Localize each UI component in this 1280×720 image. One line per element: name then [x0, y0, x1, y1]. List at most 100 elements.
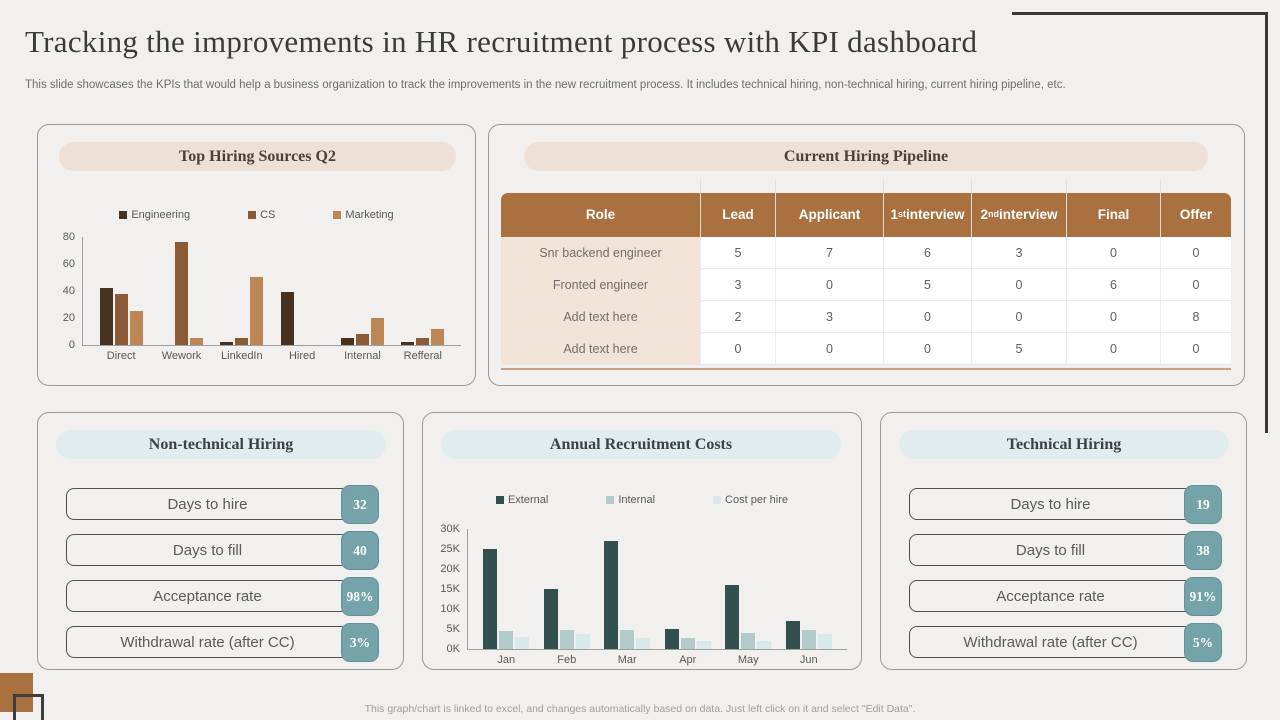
x-tick-label: Hired: [289, 350, 315, 362]
x-tick-label: May: [738, 654, 759, 666]
outline-square-decoration: [13, 694, 44, 720]
table-cell: 7: [776, 237, 884, 269]
table-cell: 0: [1161, 237, 1231, 269]
plot-area: DirectWeworkLinkedInHiredInternalReffera…: [82, 237, 461, 346]
column-header: Offer: [1161, 193, 1231, 237]
chart-legend: ExternalInternalCost per hire: [437, 491, 847, 509]
bar-group-apr: Apr: [665, 529, 711, 649]
legend-swatch-icon: [496, 496, 504, 504]
stat-label: Days to hire: [66, 488, 349, 520]
table-cell: 0: [1067, 237, 1161, 269]
stat-label: Days to hire: [909, 488, 1192, 520]
y-axis: 0K5K10K15K20K25K30K: [437, 529, 467, 649]
bar-group-mar: Mar: [604, 529, 650, 649]
panel-title-technical-hiring: Technical Hiring: [899, 430, 1229, 459]
page-title: Tracking the improvements in HR recruitm…: [25, 24, 977, 60]
tick-cell: [884, 179, 972, 193]
panel-non-technical-hiring: Non-technical Hiring Days to hire32Days …: [37, 412, 404, 670]
non-technical-stats: Days to hire32Days to fill40Acceptance r…: [66, 485, 379, 663]
stat-value-badge: 5%: [1184, 623, 1222, 662]
bar-cs-direct: [115, 294, 128, 345]
x-tick-label: LinkedIn: [221, 350, 263, 362]
column-header: 2nd interview: [972, 193, 1067, 237]
y-tick-label: 0K: [447, 642, 460, 656]
bar-internal-jan: [499, 631, 513, 649]
table-cell: 0: [701, 333, 776, 365]
stat-value-badge: 98%: [341, 577, 379, 616]
bar-marketing-wework: [190, 338, 203, 345]
table-row: Snr backend engineer576300: [501, 237, 1231, 269]
bar-marketing-internal: [371, 318, 384, 345]
tick-cell: [972, 179, 1067, 193]
bar-cost-per-hire-may: [757, 641, 771, 649]
legend-item: Marketing: [333, 209, 393, 221]
bar-engineering-internal: [341, 338, 354, 345]
role-cell: Snr backend engineer: [501, 237, 701, 269]
stat-value-badge: 19: [1184, 485, 1222, 524]
panel-title-top-hiring-sources: Top Hiring Sources Q2: [59, 142, 456, 171]
bar-group-wework: Wework: [160, 237, 203, 345]
tick-cell: [501, 179, 701, 193]
stat-row: Days to fill38: [909, 531, 1222, 571]
column-tick-marks: [501, 179, 1231, 193]
stat-value-badge: 3%: [341, 623, 379, 662]
table-cell: 6: [1067, 269, 1161, 301]
bar-group-refferal: Refferal: [401, 237, 444, 345]
table-row: Add text here000500: [501, 333, 1231, 365]
x-tick-label: Refferal: [404, 350, 442, 362]
table-cell: 0: [972, 301, 1067, 333]
column-header: 1st interview: [884, 193, 972, 237]
stat-label: Acceptance rate: [66, 580, 349, 612]
legend-item: Internal: [606, 494, 655, 506]
column-header: Applicant: [776, 193, 884, 237]
legend-label: CS: [260, 209, 275, 221]
bar-cost-per-hire-apr: [697, 641, 711, 649]
bar-marketing-direct: [130, 311, 143, 345]
table-row: Add text here230008: [501, 301, 1231, 333]
table-cell: 0: [776, 333, 884, 365]
role-cell: Add text here: [501, 301, 701, 333]
x-tick-label: Wework: [162, 350, 202, 362]
panel-technical-hiring: Technical Hiring Days to hire19 Days to f…: [880, 412, 1247, 670]
bar-cost-per-hire-jun: [818, 634, 832, 649]
bar-cost-per-hire-mar: [636, 638, 650, 649]
table-cell: 0: [884, 301, 972, 333]
bar-engineering-direct: [100, 288, 113, 345]
stat-row: Withdrawal rate (after CC)3%: [66, 623, 379, 663]
table-cell: 5: [701, 237, 776, 269]
table-cell: 8: [1161, 301, 1231, 333]
annual-recruitment-costs-chart[interactable]: ExternalInternalCost per hire 0K5K10K15K…: [437, 485, 847, 661]
x-tick-label: Mar: [618, 654, 637, 666]
y-tick-label: 15K: [440, 582, 460, 596]
page-subtitle: This slide showcases the KPIs that would…: [25, 79, 1066, 91]
stat-row: Withdrawal rate (after CC)5%: [909, 623, 1222, 663]
panel-top-hiring-sources: Top Hiring Sources Q2 Engineering CS Marke…: [37, 124, 476, 386]
bar-external-jun: [786, 621, 800, 649]
legend-item: Engineering: [119, 209, 190, 221]
panel-title-annual-recruitment-costs: Annual Recruitment Costs: [441, 430, 841, 459]
role-cell: Fronted engineer: [501, 269, 701, 301]
y-tick-label: 25K: [440, 542, 460, 556]
stat-label: Days to fill: [909, 534, 1192, 566]
pipeline-table[interactable]: RoleLeadApplicant1st interview2nd interv…: [501, 179, 1231, 370]
panel-annual-recruitment-costs: Annual Recruitment Costs ExternalInterna…: [422, 412, 862, 670]
tick-cell: [1067, 179, 1161, 193]
slide: Tracking the improvements in HR recruitm…: [0, 0, 1280, 720]
legend-label: Internal: [618, 494, 655, 506]
table-cell: 3: [972, 237, 1067, 269]
bar-engineering-refferal: [401, 342, 414, 345]
bar-group-internal: Internal: [341, 237, 384, 345]
bar-group-hired: Hired: [281, 237, 324, 345]
legend-item: Cost per hire: [713, 494, 788, 506]
table-header-row: RoleLeadApplicant1st interview2nd interv…: [501, 193, 1231, 237]
bar-cs-internal: [356, 334, 369, 345]
y-tick-label: 30K: [440, 522, 460, 536]
x-tick-label: Apr: [679, 654, 696, 666]
chart-legend: Engineering CS Marketing: [52, 206, 461, 224]
role-cell: Add text here: [501, 333, 701, 365]
tick-cell: [1161, 179, 1231, 193]
top-hiring-sources-chart[interactable]: EngineeringCSMarketing 020406080 DirectW…: [52, 200, 461, 375]
bar-cs-linkedin: [235, 338, 248, 345]
tick-cell: [776, 179, 884, 193]
table-cell: 3: [776, 301, 884, 333]
